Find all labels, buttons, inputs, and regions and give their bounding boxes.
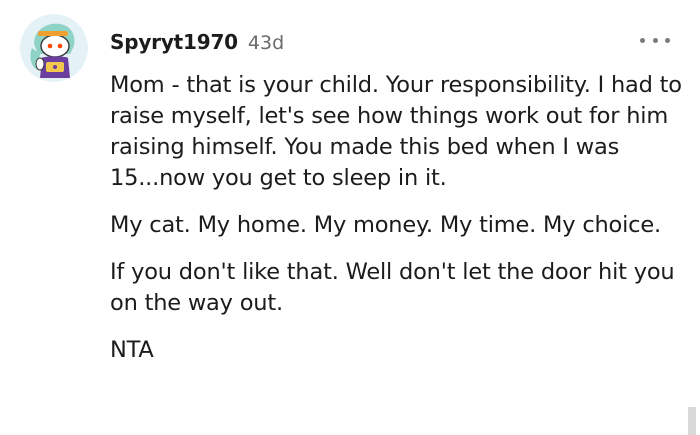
comment-paragraph: Mom - that is your child. Your responsib… bbox=[110, 72, 682, 191]
more-dot bbox=[665, 37, 670, 43]
scrollbar-thumb[interactable] bbox=[688, 407, 696, 435]
comment-header: Spyryt1970 43d bbox=[110, 30, 284, 54]
comment-age: 43d bbox=[247, 32, 285, 54]
more-dot bbox=[652, 37, 658, 43]
more-options-icon[interactable] bbox=[640, 30, 670, 50]
comment-body: Mom - that is your child. Your responsib… bbox=[110, 70, 685, 382]
more-dot bbox=[640, 37, 645, 43]
username-link[interactable]: Spyryt1970 bbox=[110, 30, 238, 54]
reddit-snoo-avatar-icon bbox=[20, 14, 88, 82]
comment-paragraph: If you don't like that. Well don't let t… bbox=[110, 259, 675, 316]
comment-paragraph: My cat. My home. My money. My time. My c… bbox=[110, 212, 661, 238]
comment: Spyryt1970 43d Mom - that is your child.… bbox=[0, 0, 700, 435]
user-avatar[interactable] bbox=[20, 14, 88, 82]
comment-paragraph: NTA bbox=[110, 337, 154, 363]
